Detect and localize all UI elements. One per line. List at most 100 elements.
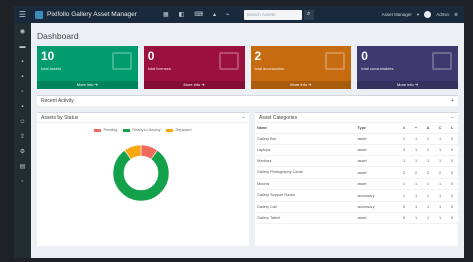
tint-icon bbox=[432, 52, 452, 70]
table-row: Gallery Tablet asset 0 1 1 1 0 bbox=[255, 212, 458, 224]
stat-value: 10 bbox=[41, 49, 55, 63]
table-cell: asset bbox=[355, 166, 398, 179]
table-cell: 0 bbox=[446, 144, 458, 156]
reports-nav-icon[interactable]: ▤ bbox=[19, 164, 27, 171]
legend-item[interactable]: Ready to Deploy bbox=[123, 128, 160, 132]
stat-label: total licenses bbox=[147, 66, 171, 71]
stat-label: total assets bbox=[41, 66, 62, 71]
category-name-link[interactable]: Gallery Photography Cards bbox=[255, 166, 356, 179]
table-cell: 1 bbox=[410, 178, 422, 190]
table-cell: 0 bbox=[398, 201, 410, 213]
table-row: Monitors asset 1 1 1 1 0 bbox=[255, 155, 458, 167]
legend-label: Pending bbox=[103, 128, 118, 132]
create-new-menu[interactable]: Asset Manager bbox=[382, 12, 412, 17]
category-name-link[interactable]: Mounts bbox=[255, 178, 356, 190]
requestable-nav-icon[interactable]: ▫ bbox=[19, 179, 27, 186]
import-nav-icon[interactable]: ⇪ bbox=[19, 134, 27, 141]
components-icon[interactable]: ⌁ bbox=[226, 11, 230, 18]
table-cell: 0 bbox=[446, 133, 458, 145]
avatar[interactable] bbox=[424, 11, 432, 18]
app-window: ☰ Pixlfollo Gallery Asset Manager ▦ ◧ ⌨ … bbox=[14, 6, 464, 258]
settings-gear-icon[interactable]: ⚙ bbox=[454, 12, 458, 18]
search-input[interactable]: Search Assets bbox=[243, 9, 302, 20]
table-column-header[interactable]: # bbox=[398, 123, 410, 134]
table-cell: 1 bbox=[422, 178, 434, 190]
assets-icon[interactable]: ▦ bbox=[163, 11, 169, 18]
main-content: Dashboard 10 total assets More info ➔ 0 … bbox=[31, 23, 464, 258]
table-cell: 1 bbox=[422, 133, 434, 145]
table-cell: 1 bbox=[422, 189, 434, 202]
table-cell: 1 bbox=[410, 189, 422, 202]
category-name-link[interactable]: Laptops bbox=[255, 144, 356, 156]
app-logo bbox=[35, 10, 43, 19]
table-cell: 1 bbox=[398, 189, 410, 202]
legend-item[interactable]: Deployed bbox=[166, 128, 192, 132]
chart-legend: Pending Ready to Deploy Deployed bbox=[37, 128, 249, 132]
stat-box-licenses[interactable]: 0 total licenses More info ➔ bbox=[143, 46, 245, 89]
category-name-link[interactable]: Monitors bbox=[255, 155, 356, 167]
table-column-header[interactable]: Type bbox=[355, 123, 398, 134]
collapse-icon[interactable]: − bbox=[451, 115, 454, 121]
donut-slice-ready-to-deploy[interactable] bbox=[112, 149, 170, 202]
stat-more-info-link[interactable]: More info ➔ bbox=[357, 81, 458, 89]
stat-box-assets[interactable]: 10 total assets More info ➔ bbox=[37, 46, 138, 89]
table-column-header[interactable]: C bbox=[434, 123, 446, 134]
category-name-link[interactable]: Gallery Call bbox=[255, 201, 356, 213]
expand-icon[interactable]: + bbox=[451, 98, 454, 104]
barcode-icon bbox=[111, 52, 132, 70]
panel-title: Asset Categories bbox=[259, 114, 298, 121]
recent-activity-panel[interactable]: Recent Activity + bbox=[37, 95, 458, 106]
collapse-icon[interactable]: − bbox=[242, 115, 245, 121]
stat-more-info-link[interactable]: More info ➔ bbox=[250, 81, 352, 89]
accessories-icon[interactable]: ⌨ bbox=[194, 11, 203, 18]
consumables-icon[interactable]: ▴ bbox=[213, 11, 216, 18]
assets-nav-icon[interactable]: ▬ bbox=[19, 44, 27, 51]
sidebar: ◉ ▬ ▪ ▪ ▫ ▪ ☺ ⇪ ⚙ ▤ ▫ bbox=[14, 23, 31, 258]
category-name-link[interactable]: Gallery Tablet bbox=[255, 212, 356, 224]
table-column-header[interactable]: Name bbox=[255, 123, 356, 134]
search-icon[interactable]: ⌕ bbox=[303, 9, 314, 20]
table-cell: 1 bbox=[398, 133, 410, 145]
app-title[interactable]: Pixlfollo Gallery Asset Manager bbox=[47, 11, 137, 18]
table-cell: 1 bbox=[434, 201, 446, 213]
recent-activity-title: Recent Activity bbox=[41, 98, 74, 104]
table-cell: 1 bbox=[434, 155, 446, 167]
asset-categories-panel: Asset Categories − Name Type # + A C L Gallery… bbox=[255, 112, 458, 246]
table-row: Gallery Bar asset 1 1 1 1 0 bbox=[255, 133, 458, 145]
top-navbar: ☰ Pixlfollo Gallery Asset Manager ▦ ◧ ⌨ … bbox=[14, 6, 464, 23]
user-menu[interactable]: Admin bbox=[436, 12, 449, 17]
table-cell: 1 bbox=[422, 212, 434, 224]
table-cell: accessory bbox=[355, 189, 398, 202]
stat-box-accessories[interactable]: 2 total accessories More info ➔ bbox=[250, 46, 352, 89]
table-cell: 1 bbox=[422, 155, 434, 167]
people-nav-icon[interactable]: ☺ bbox=[19, 119, 27, 126]
table-cell: 0 bbox=[446, 178, 458, 190]
table-column-header[interactable]: L bbox=[446, 123, 458, 134]
stat-more-info-link[interactable]: More info ➔ bbox=[37, 81, 138, 89]
dashboard-icon[interactable]: ◉ bbox=[19, 29, 27, 36]
table-cell: asset bbox=[355, 144, 398, 156]
stat-box-consumables[interactable]: 0 total consumables More info ➔ bbox=[357, 46, 458, 89]
accessories-nav-icon[interactable]: ▪ bbox=[19, 74, 27, 81]
stat-more-info-link[interactable]: More info ➔ bbox=[143, 81, 245, 89]
floppy-icon bbox=[218, 52, 239, 70]
settings-nav-icon[interactable]: ⚙ bbox=[19, 149, 27, 156]
chevron-down-icon[interactable]: ▾ bbox=[417, 12, 419, 18]
category-name-link[interactable]: Gallery Support Racks bbox=[255, 189, 356, 202]
legend-item[interactable]: Pending bbox=[94, 128, 117, 132]
table-column-header[interactable]: A bbox=[422, 123, 434, 134]
topbar-quick-icons: ▦ ◧ ⌨ ▴ ⌁ bbox=[163, 11, 230, 18]
stat-value: 0 bbox=[147, 49, 155, 63]
table-column-header[interactable]: + bbox=[410, 123, 422, 134]
licenses-nav-icon[interactable]: ▪ bbox=[19, 59, 27, 66]
menu-toggle-icon[interactable]: ☰ bbox=[14, 6, 31, 23]
table-cell: 1 bbox=[398, 178, 410, 190]
category-name-link[interactable]: Gallery Bar bbox=[255, 133, 356, 145]
licenses-icon[interactable]: ◧ bbox=[179, 11, 185, 18]
components-nav-icon[interactable]: ▪ bbox=[19, 104, 27, 111]
table-cell: 3 bbox=[398, 144, 410, 156]
legend-swatch bbox=[123, 128, 131, 132]
consumables-nav-icon[interactable]: ▫ bbox=[19, 89, 27, 96]
table-cell: 1 bbox=[434, 144, 446, 156]
stat-value: 2 bbox=[254, 49, 262, 63]
